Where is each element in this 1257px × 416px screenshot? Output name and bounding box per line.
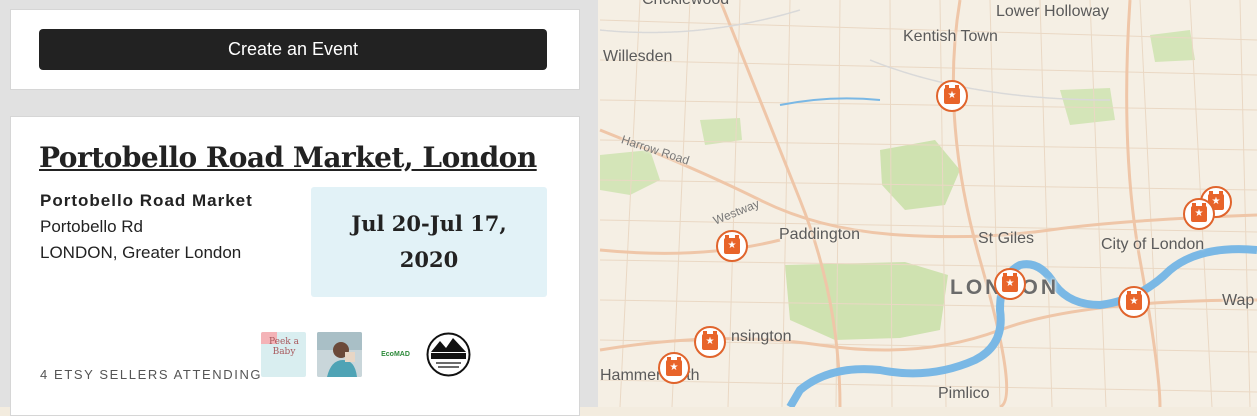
map-pin-event[interactable]: ★	[716, 230, 748, 262]
etsy-event-calendar-icon: ★	[666, 357, 682, 376]
shop-avatar-epic-nature[interactable]	[426, 332, 471, 377]
event-title-link[interactable]: Portobello Road Market, London	[39, 141, 537, 174]
shop-photo-image	[317, 332, 362, 377]
create-event-card: Create an Event	[10, 9, 580, 90]
map-label-pimlico: Pimlico	[938, 385, 990, 402]
shop-logo-text: Peek a Baby	[269, 337, 299, 357]
etsy-event-calendar-icon: ★	[702, 331, 718, 350]
event-dates: Jul 20-Jul 17, 2020	[351, 211, 507, 272]
venue-street: Portobello Rd	[40, 217, 144, 236]
events-sidebar: Create an Event Portobello Road Market, …	[0, 0, 598, 416]
map-label-cricklewood: Cricklewood	[642, 0, 729, 9]
epic-nature-logo-icon	[426, 332, 471, 377]
shop-avatar-photo[interactable]	[317, 332, 362, 377]
shop-avatar-peek-a-baby[interactable]: Peek a Baby	[261, 332, 306, 377]
etsy-event-calendar-icon: ★	[724, 235, 740, 254]
etsy-event-calendar-icon: ★	[1191, 203, 1207, 222]
map-pin-event[interactable]: ★	[936, 80, 968, 112]
map-pin-event[interactable]: ★	[1118, 286, 1150, 318]
map-label-lower-holloway: Lower Holloway	[996, 3, 1109, 20]
map-pin-event[interactable]: ★	[1183, 198, 1215, 230]
venue-name: Portobello Road Market	[40, 191, 253, 210]
map-label-kensington: nsington	[731, 328, 792, 345]
map-label-city-of-london: City of London	[1101, 236, 1205, 253]
etsy-event-calendar-icon: ★	[944, 85, 960, 104]
map-label-wap: Wap	[1222, 292, 1255, 309]
shop-avatar-ecomad[interactable]: EcoMAD	[373, 332, 418, 377]
map-label-willesden: Willesden	[603, 48, 673, 65]
map-pin-event[interactable]: ★	[658, 352, 690, 384]
map-pin-event[interactable]: ★	[994, 268, 1026, 300]
map-label-st-giles: St Giles	[978, 230, 1035, 247]
event-venue: Portobello Road Market Portobello Rd LON…	[40, 191, 300, 263]
etsy-event-calendar-icon: ★	[1002, 273, 1018, 292]
event-card[interactable]: Portobello Road Market, London Portobell…	[10, 116, 580, 416]
map-pin-event[interactable]: ★	[694, 326, 726, 358]
event-date-box: Jul 20-Jul 17, 2020	[311, 187, 547, 297]
map-label-paddington: Paddington	[779, 226, 860, 243]
etsy-event-calendar-icon: ★	[1126, 291, 1142, 310]
shop-logo-text: EcoMAD	[381, 351, 410, 358]
venue-city: LONDON, Greater London	[40, 243, 242, 262]
map-label-kentish-town: Kentish Town	[903, 28, 998, 45]
sellers-attending-count: 4 ETSY SELLERS ATTENDING	[40, 367, 263, 382]
create-event-button[interactable]: Create an Event	[39, 29, 547, 70]
